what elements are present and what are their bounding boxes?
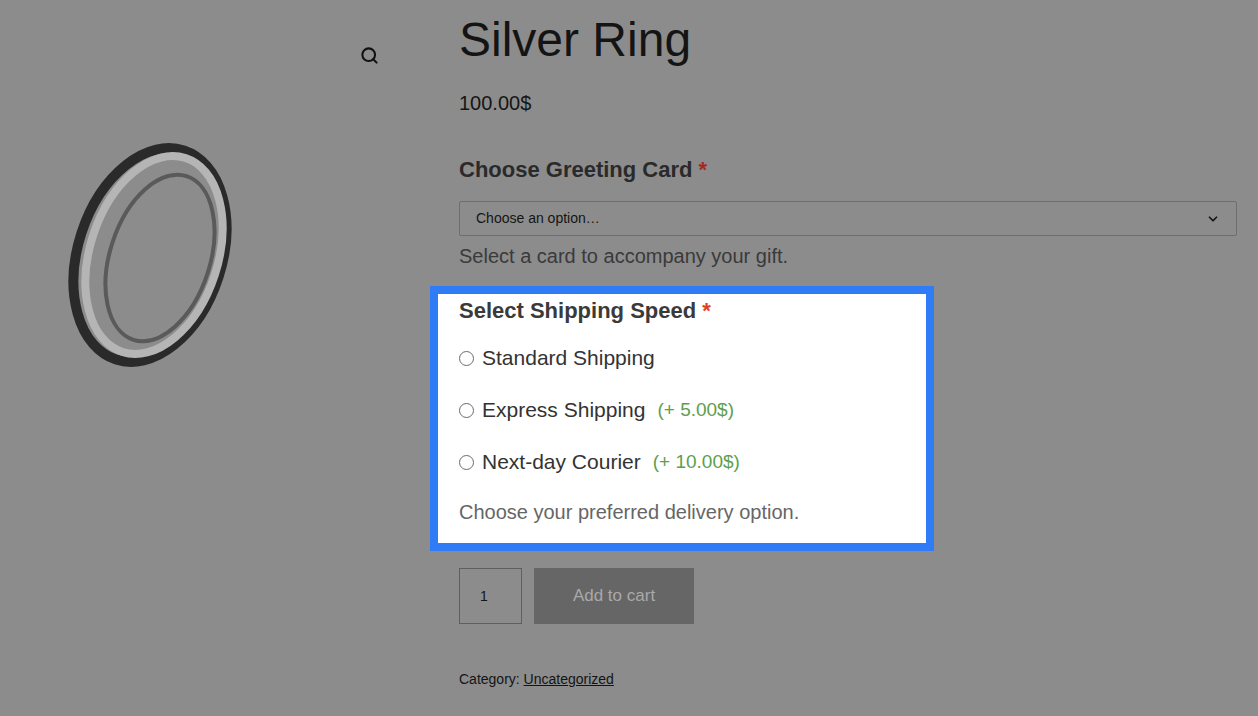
product-gallery [0,0,459,716]
shipping-field: Select Shipping Speed * Standard Shipping… [430,286,934,551]
shipping-option[interactable]: Next-day Courier(+ 10.00$) [459,442,914,482]
product-summary: Silver Ring 100.00$ Choose Greeting Card *… [459,0,1249,716]
field-description: Select a card to accompany your gift. [459,242,1249,270]
option-price: (+ 5.00$) [657,396,734,425]
greeting-card-field: Choose Greeting Card * Choose an option… S… [459,155,1249,270]
greeting-card-select[interactable]: Choose an option… [459,201,1237,236]
field-description: Choose your preferred delivery option. [459,498,914,526]
magnifier-icon [360,46,379,65]
field-label: Choose Greeting Card * [459,155,1249,185]
ring-icon [20,70,320,410]
add-to-cart-row: 1Add to cart [459,568,1249,624]
quantity-input[interactable]: 1 [459,568,522,624]
radio-button[interactable] [459,455,474,470]
option-price: (+ 10.00$) [653,448,740,477]
product-page: Silver Ring 100.00$ Choose Greeting Card *… [0,0,1258,716]
category-link[interactable]: Uncategorized [524,671,614,687]
field-label: Select Shipping Speed * [459,296,914,326]
radio-button[interactable] [459,403,474,418]
product-price: 100.00$ [459,89,1249,117]
add-to-cart-button[interactable]: Add to cart [534,568,694,624]
product-image[interactable] [20,70,320,410]
shipping-option[interactable]: Express Shipping(+ 5.00$) [459,390,914,430]
radio-button[interactable] [459,351,474,366]
chevron-down-icon [1206,212,1220,226]
shipping-option[interactable]: Standard Shipping [459,338,914,378]
shipping-options: Standard Shipping Express Shipping(+ 5.00… [459,338,914,482]
product-category: Category: Uncategorized [459,669,1249,689]
zoom-button[interactable] [358,44,380,66]
product-title: Silver Ring [459,10,1249,70]
